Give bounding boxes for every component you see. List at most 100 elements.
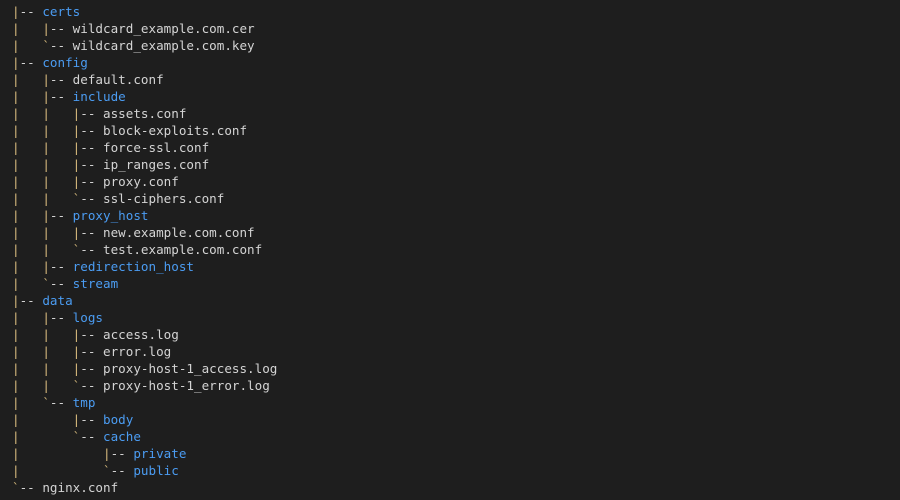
directory-name: proxy_host bbox=[72, 208, 149, 223]
tree-row-file: | | `-- ssl-ciphers.conf bbox=[12, 190, 277, 207]
tree-row-directory: | `-- cache bbox=[12, 428, 277, 445]
tree-connector: -- bbox=[80, 344, 103, 359]
tree-connector: -- bbox=[49, 38, 73, 53]
tree-connector: -- bbox=[49, 395, 73, 410]
tree-row-file: | | |-- proxy-host-1_access.log bbox=[12, 360, 277, 377]
file-name: proxy-host-1_access.log bbox=[103, 361, 278, 376]
tree-row-directory: | |-- proxy_host bbox=[12, 207, 277, 224]
tree-connector: -- bbox=[19, 55, 43, 70]
directory-tree: |-- certs | |-- wildcard_example.com.cer |… bbox=[12, 3, 277, 496]
directory-name: certs bbox=[42, 4, 81, 19]
tree-row-directory: |-- config bbox=[12, 54, 277, 71]
tree-row-directory: | `-- tmp bbox=[12, 394, 277, 411]
tree-guide: | ` bbox=[12, 463, 111, 478]
tree-connector: -- bbox=[19, 293, 43, 308]
tree-row-file: | | |-- error.log bbox=[12, 343, 277, 360]
tree-connector: -- bbox=[49, 310, 73, 325]
tree-guide: | | ` bbox=[12, 191, 81, 206]
tree-guide: | | | bbox=[12, 225, 81, 240]
file-name: test.example.com.conf bbox=[103, 242, 263, 257]
tree-connector: -- bbox=[49, 276, 73, 291]
tree-row-directory: | |-- private bbox=[12, 445, 277, 462]
tree-guide: | | ` bbox=[12, 242, 81, 257]
tree-connector: -- bbox=[80, 157, 103, 172]
tree-connector: -- bbox=[110, 463, 134, 478]
tree-connector: -- bbox=[80, 412, 103, 427]
tree-row-file: | | |-- block-exploits.conf bbox=[12, 122, 277, 139]
tree-connector: -- bbox=[110, 446, 134, 461]
tree-guide: | | ` bbox=[12, 378, 81, 393]
file-name: nginx.conf bbox=[42, 480, 119, 495]
tree-row-file: | | |-- proxy.conf bbox=[12, 173, 277, 190]
directory-name: tmp bbox=[72, 395, 96, 410]
directory-name: stream bbox=[72, 276, 119, 291]
tree-guide: | ` bbox=[12, 429, 81, 444]
tree-guide: | | | bbox=[12, 157, 81, 172]
file-name: proxy.conf bbox=[103, 174, 179, 189]
file-name: force-ssl.conf bbox=[103, 140, 210, 155]
tree-guide: | | bbox=[12, 412, 81, 427]
file-name: ip_ranges.conf bbox=[103, 157, 210, 172]
file-name: new.example.com.conf bbox=[103, 225, 255, 240]
tree-guide: | | | bbox=[12, 174, 81, 189]
tree-guide: | | | bbox=[12, 140, 81, 155]
tree-connector: -- bbox=[49, 21, 73, 36]
tree-row-directory: |-- certs bbox=[12, 3, 277, 20]
tree-guide: | | bbox=[12, 89, 50, 104]
file-name: wildcard_example.com.cer bbox=[72, 21, 255, 36]
tree-row-file: `-- nginx.conf bbox=[12, 479, 277, 496]
directory-name: body bbox=[103, 412, 134, 427]
tree-guide: | | | bbox=[12, 344, 81, 359]
tree-row-directory: | `-- public bbox=[12, 462, 277, 479]
directory-name: logs bbox=[72, 310, 104, 325]
tree-row-file: | |-- default.conf bbox=[12, 71, 277, 88]
tree-guide: | | | bbox=[12, 361, 81, 376]
tree-row-file: | | `-- proxy-host-1_error.log bbox=[12, 377, 277, 394]
tree-connector: -- bbox=[19, 480, 43, 495]
tree-connector: -- bbox=[49, 72, 73, 87]
tree-connector: -- bbox=[80, 225, 103, 240]
file-name: block-exploits.conf bbox=[103, 123, 248, 138]
tree-guide: | | bbox=[12, 446, 111, 461]
tree-guide: | | bbox=[12, 72, 50, 87]
file-name: default.conf bbox=[72, 72, 164, 87]
file-name: wildcard_example.com.key bbox=[72, 38, 255, 53]
tree-connector: -- bbox=[80, 361, 103, 376]
tree-guide: | ` bbox=[12, 276, 50, 291]
tree-row-file: | | |-- new.example.com.conf bbox=[12, 224, 277, 241]
tree-connector: -- bbox=[80, 378, 103, 393]
tree-row-directory: | |-- logs bbox=[12, 309, 277, 326]
tree-connector: -- bbox=[80, 140, 103, 155]
tree-row-file: | | |-- ip_ranges.conf bbox=[12, 156, 277, 173]
tree-row-directory: | `-- stream bbox=[12, 275, 277, 292]
tree-row-directory: |-- data bbox=[12, 292, 277, 309]
directory-name: cache bbox=[103, 429, 141, 444]
tree-row-file: | | |-- assets.conf bbox=[12, 105, 277, 122]
tree-connector: -- bbox=[80, 106, 103, 121]
tree-connector: -- bbox=[80, 429, 103, 444]
tree-connector: -- bbox=[80, 174, 103, 189]
directory-name: data bbox=[42, 293, 73, 308]
tree-guide: | | | bbox=[12, 106, 81, 121]
directory-name: public bbox=[133, 463, 179, 478]
tree-guide: | ` bbox=[12, 38, 50, 53]
tree-connector: -- bbox=[80, 327, 103, 342]
tree-guide: | bbox=[12, 55, 20, 70]
tree-guide: | ` bbox=[12, 395, 50, 410]
tree-guide: | | bbox=[12, 259, 50, 274]
directory-name: private bbox=[133, 446, 187, 461]
tree-connector: -- bbox=[80, 123, 103, 138]
tree-row-file: | | `-- test.example.com.conf bbox=[12, 241, 277, 258]
tree-connector: -- bbox=[49, 208, 73, 223]
tree-guide: | | | bbox=[12, 123, 81, 138]
tree-connector: -- bbox=[80, 191, 103, 206]
tree-guide: | | | bbox=[12, 327, 81, 342]
tree-guide: ` bbox=[12, 480, 20, 495]
tree-row-directory: | |-- redirection_host bbox=[12, 258, 277, 275]
directory-name: include bbox=[72, 89, 126, 104]
tree-guide: | | bbox=[12, 21, 50, 36]
tree-guide: | | bbox=[12, 310, 50, 325]
file-name: assets.conf bbox=[103, 106, 187, 121]
tree-row-file: | `-- wildcard_example.com.key bbox=[12, 37, 277, 54]
tree-guide: | bbox=[12, 4, 20, 19]
